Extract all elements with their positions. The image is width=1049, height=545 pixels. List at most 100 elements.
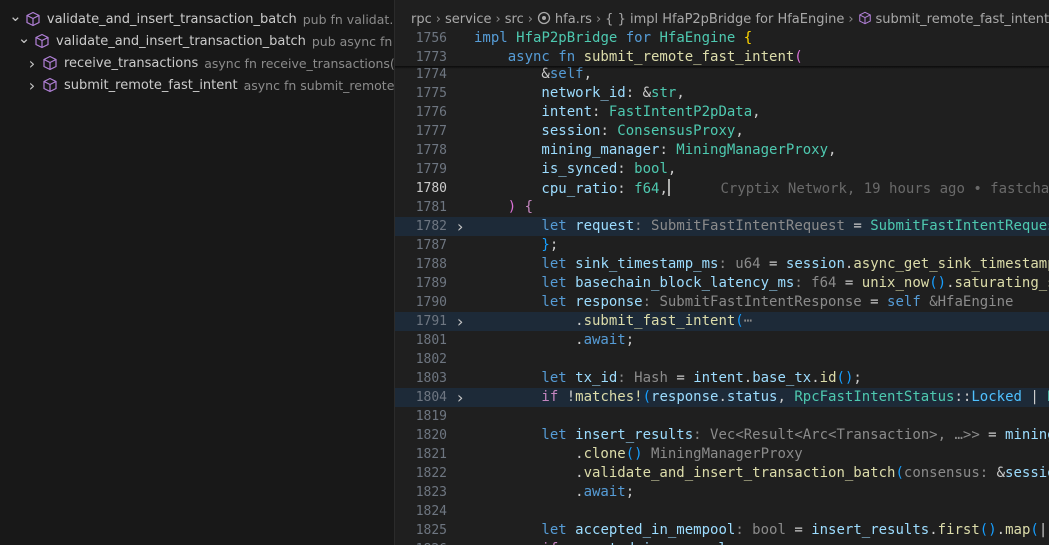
code-line[interactable]: 1802 [395, 350, 1049, 369]
breadcrumb-item[interactable]: rpc [411, 12, 432, 27]
outline-item-name: validate_and_insert_transaction_batch [56, 33, 306, 49]
breadcrumb-label: { } impl HfaP2pBridge for HfaEngine [605, 11, 845, 27]
code-line[interactable]: 1788 let sink_timestamp_ms: u64 = sessio… [395, 255, 1049, 274]
code-text: let accepted_in_mempool: bool = insert_r… [474, 522, 1048, 538]
code-line[interactable]: 1819 [395, 407, 1049, 426]
code-line[interactable]: 1780 cpu_ratio: f64, Cryptix Network, 19… [395, 179, 1049, 198]
line-number: 1778 [415, 143, 447, 158]
code-line[interactable]: 1756 impl HfaP2pBridge for HfaEngine { [395, 29, 1049, 48]
code-text: ) { [474, 199, 534, 215]
line-number: 1803 [415, 371, 447, 386]
chevron-right-icon[interactable]: › [24, 54, 40, 73]
method-icon [858, 11, 872, 25]
outline-item[interactable]: ⌄ validate_and_insert_transaction_batch pu… [0, 7, 394, 30]
method-icon [34, 33, 50, 49]
breadcrumb-label: submit_remote_fast_intent [875, 12, 1049, 27]
method-icon [42, 55, 58, 71]
breadcrumb-separator-icon: › [435, 11, 441, 27]
code-text: .submit_fast_intent(⋯ [474, 313, 753, 329]
code-line[interactable]: 1820 let insert_results: Vec<Result<Arc<… [395, 426, 1049, 445]
breadcrumb-item[interactable]: { } impl HfaP2pBridge for HfaEngine [605, 12, 844, 27]
code-text: is_synced: bool, [474, 161, 677, 177]
code-line[interactable]: 1776 intent: FastIntentP2pData, [395, 103, 1049, 122]
code-line[interactable]: 1790 let response: SubmitFastIntentRespo… [395, 293, 1049, 312]
breadcrumb-label: rpc [411, 11, 432, 27]
method-icon [25, 11, 41, 27]
line-number: 1779 [415, 162, 447, 177]
line-number: 1820 [415, 428, 447, 443]
code-line[interactable]: 1825 let accepted_in_mempool: bool = ins… [395, 521, 1049, 540]
line-number: 1824 [415, 504, 447, 519]
git-blame-annotation: Cryptix Network, 19 hours ago • fastchai… [669, 181, 1049, 197]
code-line[interactable]: 1777 session: ConsensusProxy, [395, 122, 1049, 141]
breadcrumb-label: src [504, 11, 524, 27]
line-number: 1823 [415, 485, 447, 500]
code-text: cpu_ratio: f64, Cryptix Network, 19 hour… [474, 179, 1049, 199]
code-line[interactable]: 1781 ) { [395, 198, 1049, 217]
code-text: .await; [474, 484, 635, 500]
line-number: 1787 [415, 238, 447, 253]
code-text: network_id: &str, [474, 85, 685, 101]
code-line[interactable]: 1789 let basechain_block_latency_ms: f64… [395, 274, 1049, 293]
line-number: 1776 [415, 105, 447, 120]
code-line[interactable]: 1775 network_id: &str, [395, 84, 1049, 103]
chevron-down-icon[interactable]: ⌄ [8, 7, 23, 25]
code-line[interactable]: 1803 let tx_id: Hash = intent.base_tx.id… [395, 369, 1049, 388]
fold-chevron-right-icon[interactable]: › [457, 312, 469, 331]
line-number: 1825 [415, 523, 447, 538]
code-text: .await; [474, 332, 635, 348]
method-icon [42, 77, 58, 93]
outline-panel: ⌄ validate_and_insert_transaction_batch pu… [0, 0, 394, 545]
code-text: .validate_and_insert_transaction_batch(c… [474, 465, 1049, 481]
code-text: let basechain_block_latency_ms: f64 = un… [474, 275, 1049, 291]
breadcrumb-item[interactable]: hfa.rs [537, 11, 592, 27]
code-line[interactable]: 1826 if accepted_in_mempool [395, 540, 1049, 545]
line-number: 1789 [415, 276, 447, 291]
line-number: 1788 [415, 257, 447, 272]
code-line[interactable]: 1824 [395, 502, 1049, 521]
line-number: 1826 [395, 540, 447, 545]
code-line[interactable]: 1787 }; [395, 236, 1049, 255]
breadcrumb-label: service [444, 11, 492, 27]
breadcrumb-item[interactable]: submit_remote_fast_intent [858, 11, 1049, 27]
outline-item-detail: async fn submit_remote_… [243, 77, 394, 93]
line-number: 1775 [415, 86, 447, 101]
outline-item-name: submit_remote_fast_intent [64, 77, 238, 93]
fold-chevron-right-icon[interactable]: › [457, 217, 469, 236]
code-text: let response: SubmitFastIntentResponse =… [474, 294, 1014, 310]
code-line[interactable]: 1804 › if !matches!(response.status, RpcF… [395, 388, 1049, 407]
code-line[interactable]: 1801 .await; [395, 331, 1049, 350]
breadcrumb-item[interactable]: service [445, 12, 492, 27]
chevron-right-icon[interactable]: › [24, 76, 40, 95]
fold-chevron-right-icon[interactable]: › [457, 388, 469, 407]
code-line[interactable]: 1821 .clone() MiningManagerProxy [395, 445, 1049, 464]
outline-item[interactable]: ⌄ validate_and_insert_transaction_batch pu… [0, 29, 394, 52]
code-editor[interactable]: rpc › service › src › hfa.rs ›{ } impl HfaP2pBr… [395, 0, 1049, 545]
outline-item-name: receive_transactions [64, 55, 199, 71]
line-number: 1773 [415, 50, 447, 65]
chevron-down-icon[interactable]: ⌄ [16, 29, 32, 47]
code-line[interactable]: 1773 async fn submit_remote_fast_intent( [395, 48, 1049, 67]
breadcrumb-item[interactable]: src [505, 12, 524, 27]
code-line[interactable]: 1822 .validate_and_insert_transaction_ba… [395, 464, 1049, 483]
outline-item-detail: pub fn validate… [302, 11, 394, 27]
outline-item[interactable]: › submit_remote_fast_intent async fn submi… [0, 74, 394, 96]
outline-item[interactable]: › receive_transactions async fn receive_tr… [0, 52, 394, 74]
line-number: 1804 [415, 390, 447, 405]
code-line[interactable]: 1823 .await; [395, 483, 1049, 502]
line-number: 1756 [415, 31, 447, 46]
code-text: session: ConsensusProxy, [474, 123, 744, 139]
code-text: let insert_results: Vec<Result<Arc<Trans… [474, 427, 1049, 443]
code-line[interactable]: 1778 mining_manager: MiningManagerProxy, [395, 141, 1049, 160]
line-number: 1802 [415, 352, 447, 367]
code-line[interactable]: 1791 › .submit_fast_intent(⋯ [395, 312, 1049, 331]
code-line[interactable]: 1779 is_synced: bool, [395, 160, 1049, 179]
line-number: 1780 [415, 181, 447, 196]
line-number: 1821 [415, 447, 447, 462]
sticky-scroll-shadow [395, 66, 1049, 69]
code-line[interactable]: 1782 › let request: SubmitFastIntentReque… [395, 217, 1049, 236]
code-text: impl HfaP2pBridge for HfaEngine { [474, 30, 753, 46]
breadcrumb-label: hfa.rs [554, 12, 592, 27]
code-text: .clone() MiningManagerProxy [474, 446, 803, 462]
code-text: }; [474, 237, 559, 253]
